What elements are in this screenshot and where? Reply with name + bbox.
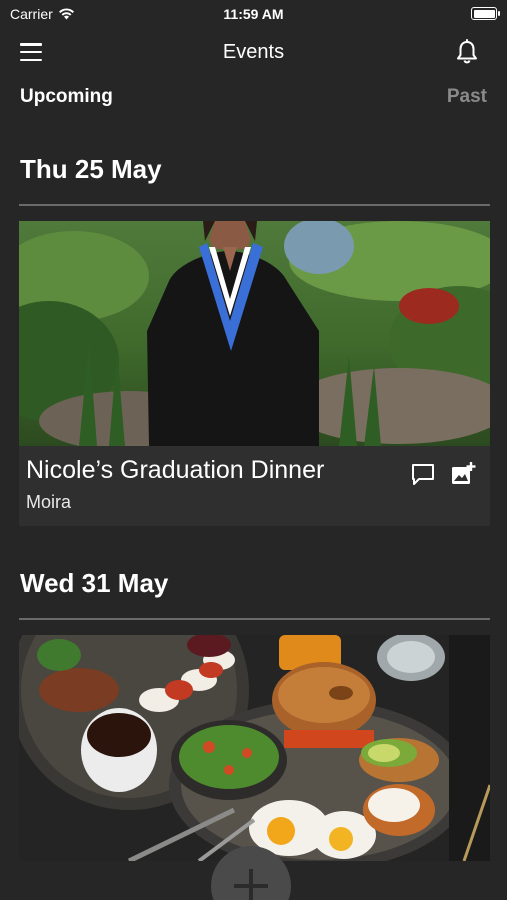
event-photo xyxy=(19,635,490,861)
event-title: Nicole’s Graduation Dinner xyxy=(26,456,325,484)
section-divider xyxy=(19,204,490,206)
event-info: Nicole’s Graduation Dinner Moira xyxy=(19,446,490,526)
status-bar: Carrier 11:59 AM xyxy=(0,0,507,28)
event-card[interactable]: Nicole’s Graduation Dinner Moira xyxy=(19,221,490,526)
section-divider xyxy=(19,618,490,620)
tab-upcoming[interactable]: Upcoming xyxy=(20,86,113,108)
tab-past[interactable]: Past xyxy=(447,86,487,108)
bell-icon[interactable] xyxy=(453,38,481,66)
add-photo-icon[interactable] xyxy=(449,460,477,488)
battery-icon xyxy=(471,7,500,20)
page-title: Events xyxy=(222,41,285,63)
comment-icon[interactable] xyxy=(409,460,437,488)
nav-bar: Events xyxy=(0,30,507,76)
status-time: 11:59 AM xyxy=(223,6,284,22)
date-heading: Wed 31 May xyxy=(20,568,169,598)
event-card[interactable] xyxy=(19,635,490,861)
date-heading: Thu 25 May xyxy=(20,154,162,184)
event-host: Moira xyxy=(26,492,72,512)
event-photo xyxy=(19,221,490,446)
segment-control: Upcoming Past xyxy=(0,86,507,116)
